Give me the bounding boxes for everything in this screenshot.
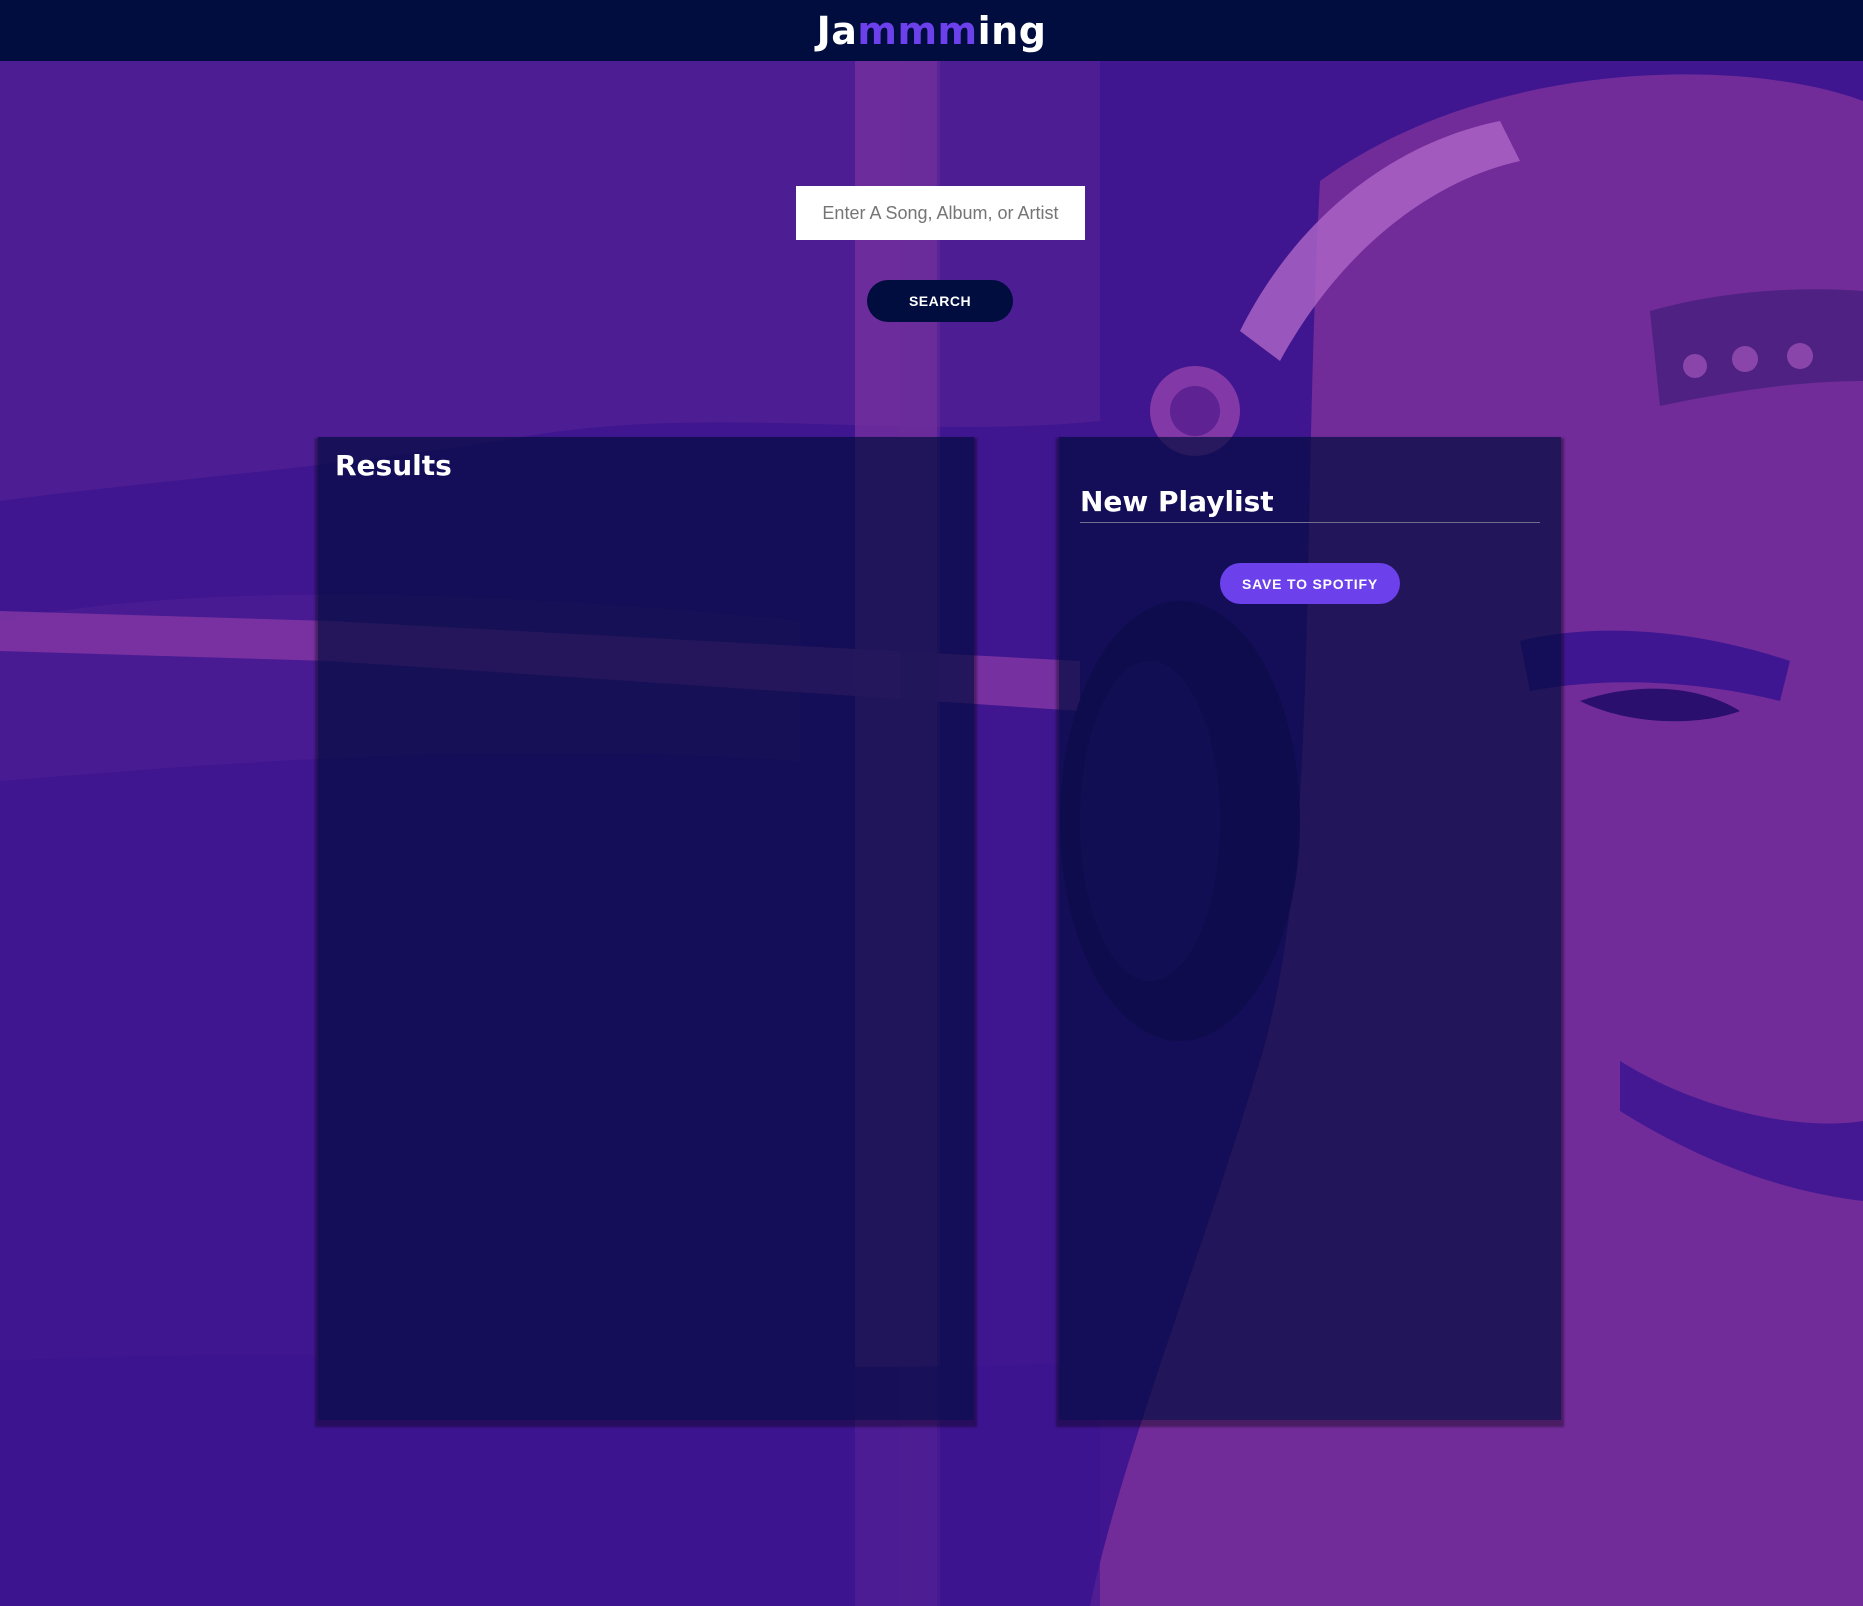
results-title: Results xyxy=(335,449,452,482)
app-logo: Jammming xyxy=(817,12,1047,50)
results-panel: Results xyxy=(318,437,974,1420)
playlist-panel: SAVE TO SPOTIFY xyxy=(1059,437,1561,1420)
search-input[interactable] xyxy=(796,186,1085,240)
logo-text-end: ing xyxy=(977,8,1047,53)
search-button[interactable]: SEARCH xyxy=(867,280,1013,322)
top-bar: Jammming xyxy=(0,0,1863,61)
logo-text-start: Ja xyxy=(816,8,858,53)
save-to-spotify-button[interactable]: SAVE TO SPOTIFY xyxy=(1220,563,1400,604)
logo-text-highlight: mmm xyxy=(857,8,978,53)
playlist-name-input[interactable] xyxy=(1080,481,1540,523)
